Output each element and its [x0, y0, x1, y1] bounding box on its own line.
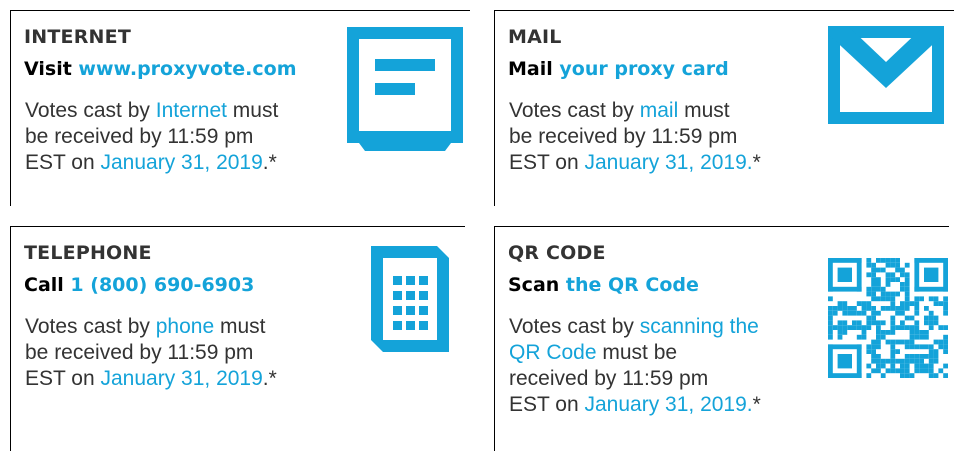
body-text-segment: be received by 11:59 pm	[509, 125, 738, 148]
card-subtitle: Scan the QR Code	[508, 274, 699, 296]
body-line: be received by 11:59 pm	[509, 124, 829, 150]
body-text-segment: .*	[262, 367, 277, 390]
envelope-icon	[828, 26, 944, 124]
body-accent-text: January 31, 2019.	[584, 151, 753, 174]
body-accent-text: January 31, 2019	[100, 151, 263, 174]
card-left-rule	[494, 226, 495, 451]
card-top-rule	[10, 226, 465, 227]
card-title: QR CODE	[508, 242, 606, 264]
card-subtitle: Call 1 (800) 690-6903	[24, 274, 254, 296]
card-body: Votes cast by phone must be received by 1…	[25, 314, 345, 392]
body-text-segment: EST on	[25, 151, 101, 174]
card-subtitle: Mail your proxy card	[508, 58, 729, 80]
proxyvote-link[interactable]: www.proxyvote.com	[78, 58, 296, 80]
card-left-rule	[10, 10, 11, 206]
body-line: EST on January 31, 2019.*	[25, 150, 345, 176]
card-top-rule	[494, 226, 949, 227]
body-line: EST on January 31, 2019.*	[509, 150, 829, 176]
card-left-rule	[494, 10, 495, 206]
body-line: QR Code must be	[509, 340, 829, 366]
card-title: TELEPHONE	[24, 242, 152, 264]
subtitle-prefix: Call	[24, 274, 64, 296]
body-text-segment: .*	[262, 151, 277, 174]
subtitle-prefix: Mail	[508, 58, 553, 80]
body-line: Votes cast by phone must	[25, 314, 345, 340]
body-text-segment: Votes cast by	[509, 99, 640, 122]
subtitle-prefix: Visit	[24, 58, 72, 80]
card-top-rule	[494, 10, 954, 11]
body-line: Votes cast by scanning the	[509, 314, 829, 340]
body-accent-text: phone	[155, 315, 215, 338]
subtitle-prefix: Scan	[508, 274, 560, 296]
body-line: EST on January 31, 2019.*	[25, 366, 345, 392]
internet-card: INTERNET Visit www.proxyvote.com Votes c…	[10, 10, 470, 206]
body-text-segment: EST on	[509, 151, 585, 174]
body-line: EST on January 31, 2019.*	[509, 392, 829, 418]
body-accent-text: QR Code	[509, 341, 597, 364]
body-text-segment: be received by 11:59 pm	[25, 341, 254, 364]
subtitle-accent: your proxy card	[559, 58, 729, 80]
body-accent-text: January 31, 2019.	[584, 393, 753, 416]
mail-card: MAIL Mail your proxy card Votes cast by …	[494, 10, 954, 206]
body-text-segment: must be	[596, 341, 678, 364]
card-subtitle: Visit www.proxyvote.com	[24, 58, 297, 80]
body-accent-text: scanning the	[639, 315, 759, 338]
card-body: Votes cast by mail must be received by 11…	[509, 98, 829, 176]
body-line: Votes cast by mail must	[509, 98, 829, 124]
body-text-segment: must	[226, 99, 279, 122]
body-line: be received by 11:59 pm	[25, 340, 345, 366]
phone-number-link[interactable]: 1 (800) 690-6903	[70, 274, 254, 296]
card-body: Votes cast by Internet must be received b…	[25, 98, 345, 176]
body-text-segment: Votes cast by	[25, 99, 156, 122]
body-text-segment: *	[752, 393, 761, 416]
computer-monitor-icon	[347, 27, 463, 151]
card-top-rule	[10, 10, 470, 11]
card-body: Votes cast by scanning the QR Code must b…	[509, 314, 829, 418]
body-text-segment: be received by 11:59 pm	[25, 125, 254, 148]
body-text-segment: Votes cast by	[509, 315, 640, 338]
body-line: be received by 11:59 pm	[25, 124, 345, 150]
body-text-segment: Votes cast by	[25, 315, 156, 338]
body-line: Votes cast by Internet must	[25, 98, 345, 124]
qr-code-icon	[828, 258, 948, 378]
body-accent-text: Internet	[155, 99, 227, 122]
body-accent-text: January 31, 2019	[100, 367, 263, 390]
body-accent-text: mail	[639, 99, 679, 122]
body-text-segment: EST on	[509, 393, 585, 416]
body-text-segment: *	[752, 151, 761, 174]
telephone-card: TELEPHONE Call 1 (800) 690-6903 Votes ca…	[10, 226, 470, 451]
qr-code-card: QR CODE Scan the QR Code Votes cast by s…	[494, 226, 954, 451]
subtitle-accent: the QR Code	[565, 274, 699, 296]
body-text-segment: must	[214, 315, 266, 338]
phone-keypad-icon	[371, 246, 449, 352]
body-text-segment: must	[678, 99, 730, 122]
body-text-segment: EST on	[25, 367, 101, 390]
body-text-segment: received by 11:59 pm	[509, 367, 709, 390]
card-title: MAIL	[508, 26, 562, 48]
card-title: INTERNET	[24, 26, 131, 48]
body-line: received by 11:59 pm	[509, 366, 829, 392]
card-left-rule	[10, 226, 11, 451]
